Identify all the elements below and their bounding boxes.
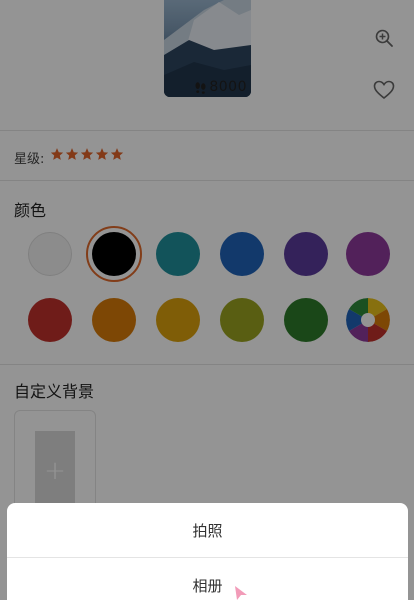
pointer-cursor-icon [235,586,247,600]
album-label: 相册 [192,576,223,595]
album-option[interactable]: 相册 [7,558,408,612]
action-sheet: 拍照 相册 [7,503,408,613]
take-photo-label: 拍照 [192,521,223,540]
take-photo-option[interactable]: 拍照 [7,503,408,557]
